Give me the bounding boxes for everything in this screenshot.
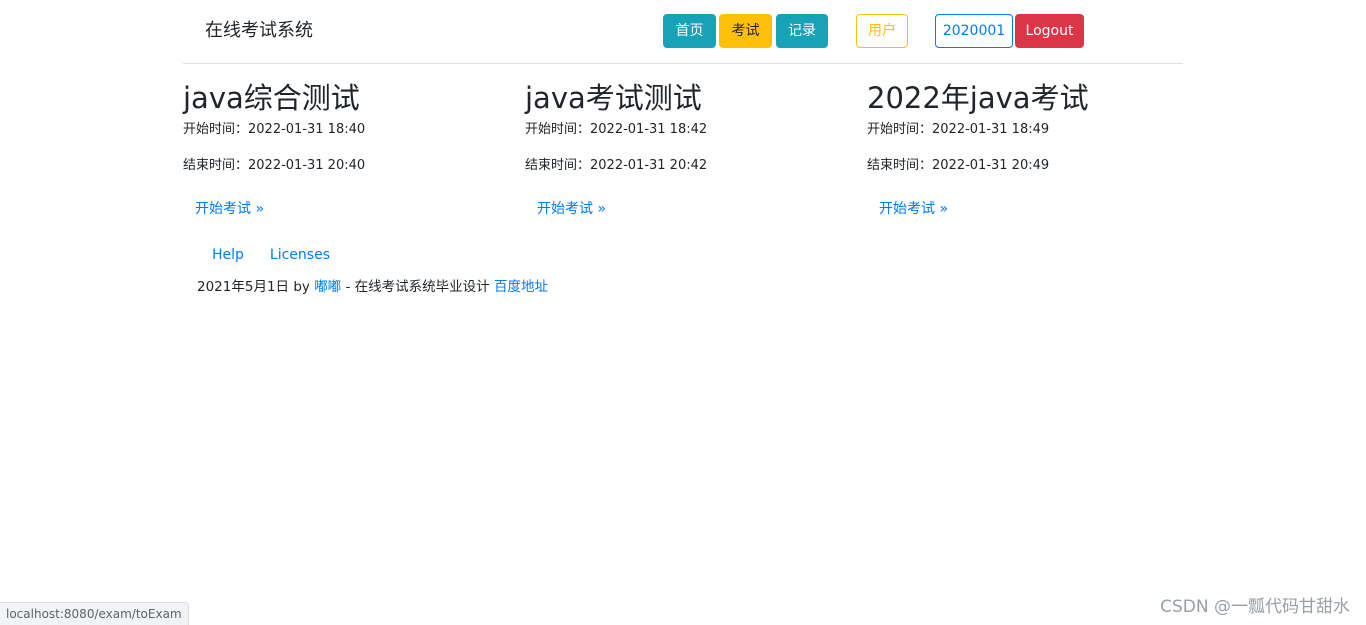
footer-date-by: 2021年5月1日 by: [197, 279, 310, 295]
records-button[interactable]: 记录: [776, 14, 828, 48]
exam-end-time: 结束时间：2022-01-31 20:42: [525, 158, 708, 173]
brand-title[interactable]: 在线考试系统: [205, 19, 313, 43]
exam-card: java考试测试 开始时间：2022-01-31 18:42 结束时间：2022…: [525, 78, 855, 217]
exam-title: java考试测试: [525, 81, 702, 115]
navbar: 在线考试系统 首页 考试 记录 用户 2020001 Logout: [183, 0, 1183, 64]
start-exam-link[interactable]: 开始考试 »: [537, 198, 606, 218]
baidu-link[interactable]: 百度地址: [494, 279, 548, 295]
status-bar-url: localhost:8080/exam/toExam: [0, 602, 189, 625]
help-link[interactable]: Help: [212, 247, 244, 263]
exam-button[interactable]: 考试: [719, 14, 772, 48]
licenses-link[interactable]: Licenses: [270, 247, 330, 263]
author-link[interactable]: 嘟嘟: [314, 279, 341, 295]
footer-links: Help Licenses: [212, 247, 356, 263]
exam-start-time: 开始时间：2022-01-31 18:42: [525, 122, 708, 137]
exam-start-time: 开始时间：2022-01-31 18:40: [183, 122, 366, 137]
exam-title: 2022年java考试: [867, 81, 1089, 115]
exam-end-time: 结束时间：2022-01-31 20:49: [867, 158, 1050, 173]
home-button[interactable]: 首页: [663, 14, 716, 48]
exam-start-time: 开始时间：2022-01-31 18:49: [867, 122, 1050, 137]
page-container: 在线考试系统 首页 考试 记录 用户 2020001 Logout java综合…: [183, 0, 1183, 295]
exam-end-time: 结束时间：2022-01-31 20:40: [183, 158, 366, 173]
exam-title: java综合测试: [183, 81, 360, 115]
footer-description: - 在线考试系统毕业设计: [345, 279, 490, 295]
user-id-button[interactable]: 2020001: [935, 14, 1013, 48]
logout-button[interactable]: Logout: [1015, 14, 1084, 48]
start-exam-link[interactable]: 开始考试 »: [195, 198, 264, 218]
start-exam-link[interactable]: 开始考试 »: [879, 198, 948, 218]
exam-card: 2022年java考试 开始时间：2022-01-31 18:49 结束时间：2…: [867, 78, 1197, 217]
exam-card: java综合测试 开始时间：2022-01-31 18:40 结束时间：2022…: [183, 78, 513, 217]
footer-text: 2021年5月1日 by 嘟嘟 - 在线考试系统毕业设计 百度地址: [197, 275, 548, 295]
watermark: CSDN @一瓢代码甘甜水: [1160, 597, 1350, 617]
user-button[interactable]: 用户: [856, 14, 908, 48]
